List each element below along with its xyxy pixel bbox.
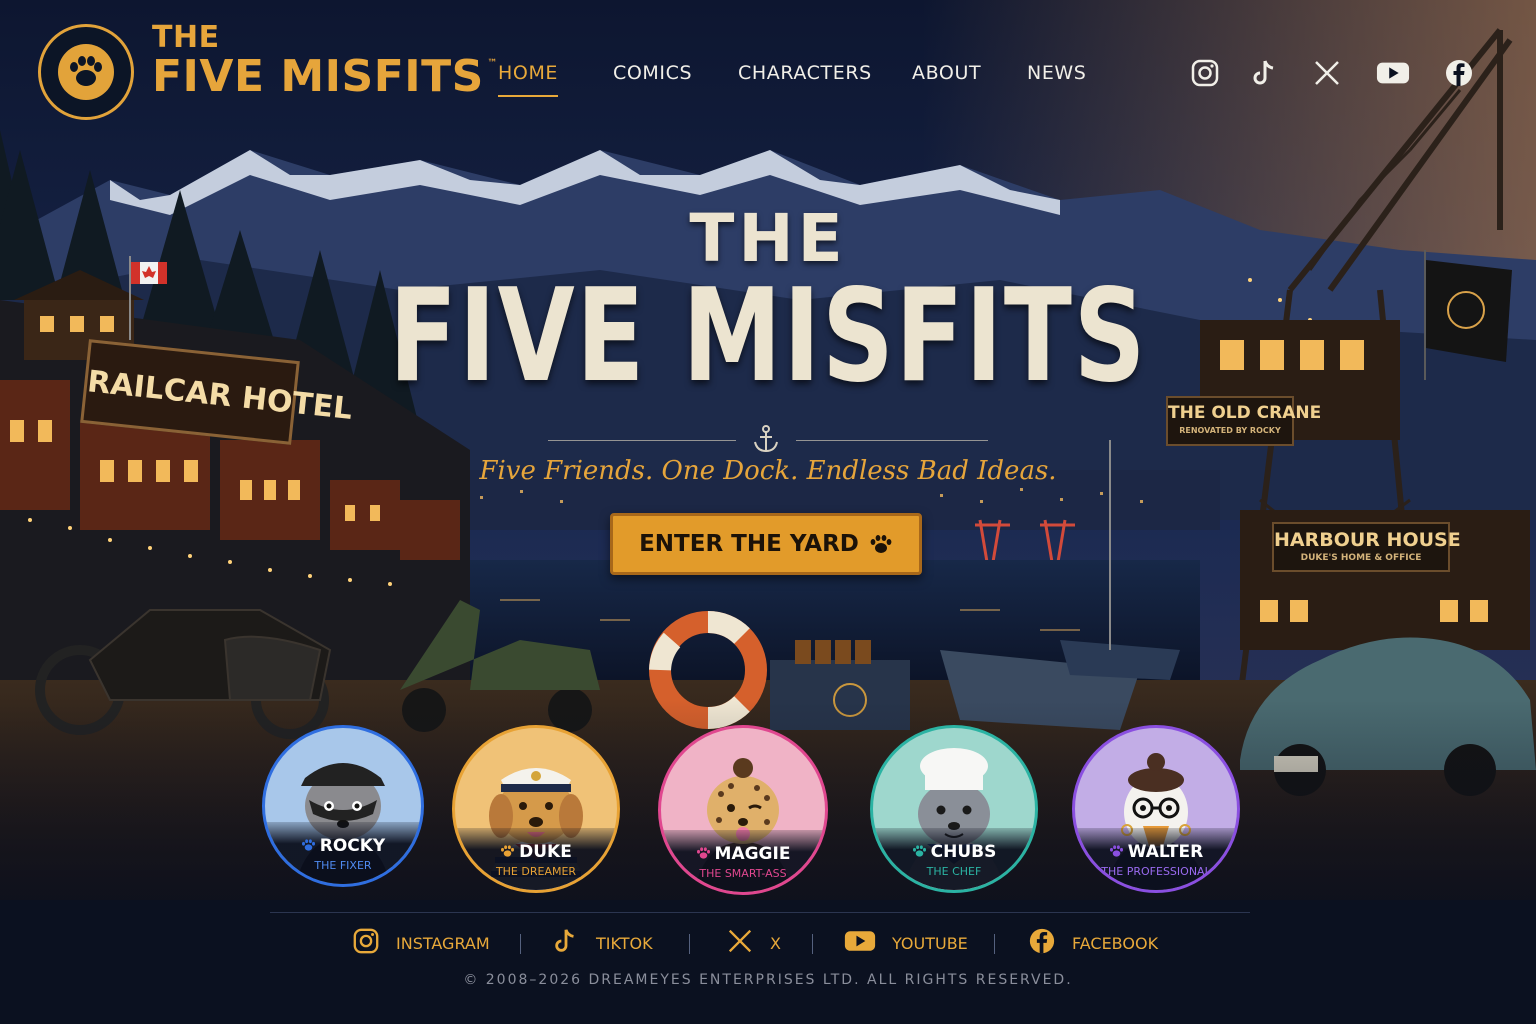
hero-tagline: Five Friends. One Dock. Endless Bad Idea… xyxy=(479,456,1057,486)
character-name: WALTER xyxy=(1075,842,1237,863)
character-card-rocky[interactable]: ROCKY THE FIXER xyxy=(262,725,424,887)
nav-news[interactable]: NEWS xyxy=(1027,62,1086,84)
character-name: MAGGIE xyxy=(661,844,825,865)
paw-icon xyxy=(870,535,892,553)
character-name: ROCKY xyxy=(265,836,421,857)
character-role: THE PROFESSIONAL xyxy=(1101,865,1211,878)
nav-about[interactable]: ABOUT xyxy=(912,62,981,84)
paw-icon xyxy=(1109,843,1124,863)
footer-link-label: TIKTOK xyxy=(596,933,653,953)
character-card-maggie[interactable]: MAGGIE THE SMART-ASS xyxy=(658,725,828,895)
facebook-icon[interactable] xyxy=(1442,56,1476,90)
tiktok-icon[interactable] xyxy=(1248,56,1282,90)
character-name: CHUBS xyxy=(873,842,1035,863)
paw-logo-icon xyxy=(58,44,114,100)
copyright-notice: © 2008–2026 DREAMEYES ENTERPRISES LTD. A… xyxy=(463,972,1073,988)
tiktok-icon xyxy=(552,927,580,959)
youtube-icon[interactable] xyxy=(1376,56,1410,90)
character-name: DUKE xyxy=(455,842,617,863)
trademark-symbol: ™ xyxy=(487,58,498,69)
instagram-icon xyxy=(352,927,380,959)
footer-separator xyxy=(520,934,521,954)
footer-link-label: X xyxy=(770,933,781,953)
logo-wordmark-line1: THE xyxy=(152,20,220,55)
footer-divider xyxy=(270,912,1250,913)
paw-icon xyxy=(500,843,515,863)
nav-home[interactable]: HOME xyxy=(498,62,559,97)
character-role: THE CHEF xyxy=(926,865,982,878)
old-crane-subtitle: RENOVATED BY ROCKY xyxy=(1179,426,1281,435)
footer-link-x[interactable]: X xyxy=(726,928,781,958)
logo-wordmark-line2: FIVE MISFITS xyxy=(152,51,484,102)
facebook-icon xyxy=(1028,927,1056,959)
character-label: ROCKY THE FIXER xyxy=(265,822,421,884)
hero-divider-right xyxy=(796,440,988,441)
x-icon xyxy=(726,927,754,959)
footer-separator xyxy=(994,934,995,954)
paw-icon xyxy=(301,837,316,857)
character-label: WALTER THE PROFESSIONAL xyxy=(1075,828,1237,890)
character-role: THE SMART-ASS xyxy=(699,867,787,880)
paw-icon xyxy=(912,843,927,863)
harbour-house-sign: HARBOUR HOUSE DUKE'S HOME & OFFICE xyxy=(1272,522,1461,572)
youtube-icon xyxy=(844,927,876,959)
logo-badge[interactable] xyxy=(38,24,134,120)
character-card-duke[interactable]: DUKE THE DREAMER xyxy=(452,725,620,893)
footer-link-label: YOUTUBE xyxy=(892,933,968,953)
footer-separator xyxy=(689,934,690,954)
character-role: THE DREAMER xyxy=(495,865,577,878)
paw-icon xyxy=(696,845,711,865)
footer-link-youtube[interactable]: YOUTUBE xyxy=(844,928,968,958)
anchor-icon xyxy=(752,424,780,459)
nav-comics[interactable]: COMICS xyxy=(613,62,692,84)
footer-separator xyxy=(812,934,813,954)
character-card-chubs[interactable]: CHUBS THE CHEF xyxy=(870,725,1038,893)
x-icon[interactable] xyxy=(1310,56,1344,90)
nav-characters[interactable]: CHARACTERS xyxy=(738,62,872,84)
harbour-house-title: HARBOUR HOUSE xyxy=(1274,529,1461,551)
footer-link-label: INSTAGRAM xyxy=(396,933,490,953)
logo-wordmark[interactable]: THE FIVE MISFITS ™ xyxy=(152,20,497,102)
character-label: CHUBS THE CHEF xyxy=(873,828,1035,890)
character-label: MAGGIE THE SMART-ASS xyxy=(661,830,825,892)
enter-the-yard-button[interactable]: ENTER THE YARD xyxy=(610,513,922,575)
character-role: THE FIXER xyxy=(314,859,372,872)
character-label: DUKE THE DREAMER xyxy=(455,828,617,890)
footer-link-instagram[interactable]: INSTAGRAM xyxy=(352,928,490,958)
harbour-house-subtitle: DUKE'S HOME & OFFICE xyxy=(1300,553,1422,563)
footer-link-label: FACEBOOK xyxy=(1072,933,1159,953)
enter-the-yard-label: ENTER THE YARD xyxy=(639,531,859,557)
footer-link-facebook[interactable]: FACEBOOK xyxy=(1028,928,1158,958)
hero-title: FIVE MISFITS xyxy=(388,262,1148,411)
footer-link-tiktok[interactable]: TIKTOK xyxy=(552,928,653,958)
character-card-walter[interactable]: WALTER THE PROFESSIONAL xyxy=(1072,725,1240,893)
hero-divider-left xyxy=(548,440,736,441)
instagram-icon[interactable] xyxy=(1188,56,1222,90)
